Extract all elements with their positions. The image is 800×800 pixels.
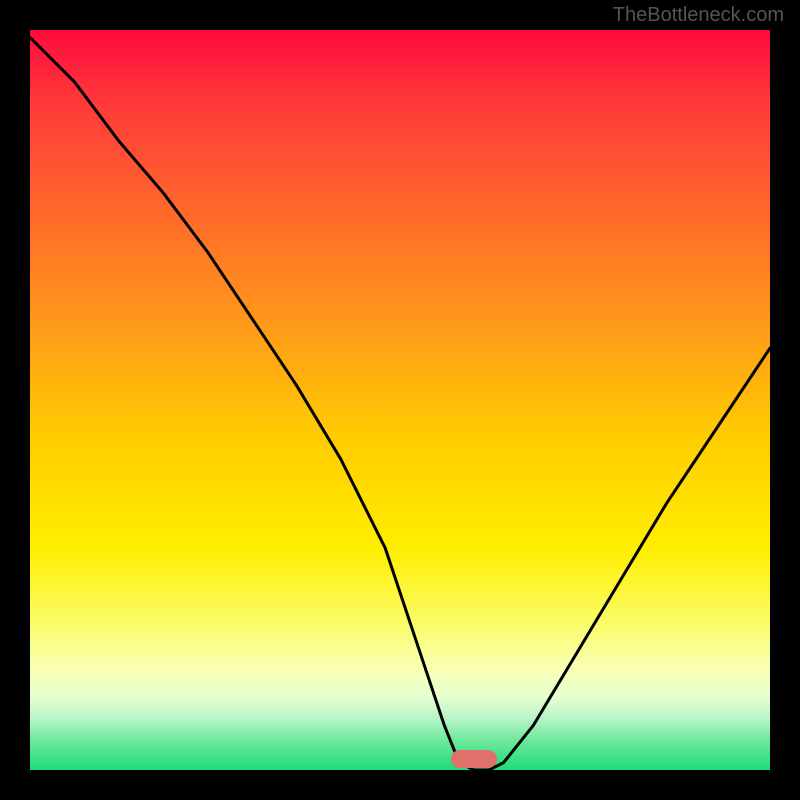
bottleneck-curve: [30, 30, 770, 770]
watermark-text: TheBottleneck.com: [613, 4, 784, 27]
plot-area: [30, 30, 770, 770]
curve-line: [30, 37, 770, 770]
optimum-marker: [451, 750, 497, 768]
